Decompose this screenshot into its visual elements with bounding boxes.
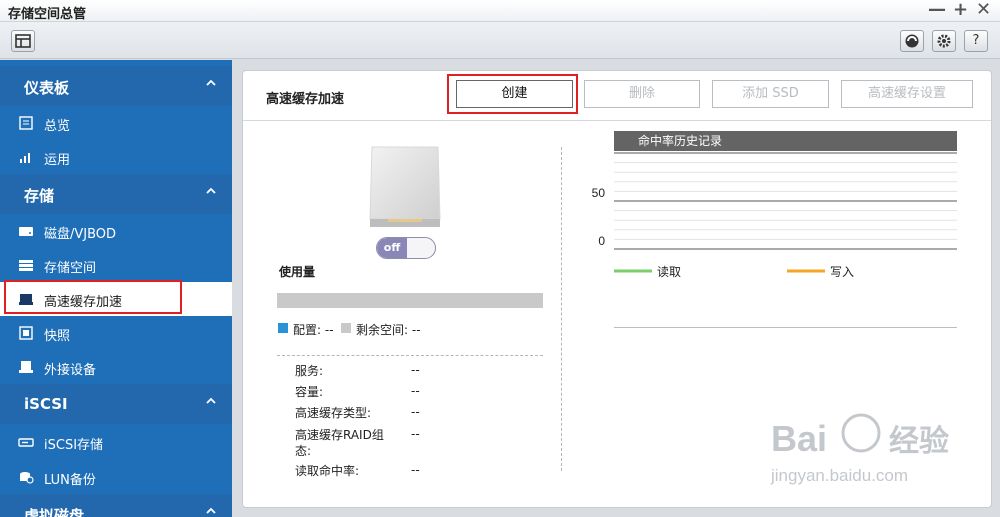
info-key-cache-type: 高速缓存类型: bbox=[295, 406, 372, 420]
title-bar: 存储空间总管 — + ✕ bbox=[0, 0, 1000, 22]
cache-toggle[interactable]: off bbox=[376, 237, 436, 259]
sidebar-item-disks[interactable]: 磁盘/VJBOD bbox=[0, 214, 232, 248]
info-value-service: -- bbox=[411, 363, 420, 377]
section-iscsi[interactable]: iSCSI bbox=[0, 384, 232, 424]
chart-y-ticks: 100 50 0 bbox=[585, 151, 605, 248]
sidebar-item-label: 外接设备 bbox=[44, 363, 97, 378]
page-title: 高速缓存加速 bbox=[266, 92, 345, 107]
main-panel: 高速缓存加速 创建 删除 添加 SSD 高速缓存设置 off 使用量 配置: -… bbox=[242, 70, 992, 508]
sidebar-item-label: 存储空间 bbox=[44, 261, 97, 276]
iscsi-icon bbox=[18, 438, 34, 447]
snapshot-icon bbox=[19, 326, 33, 340]
chevron-up-icon bbox=[206, 507, 216, 514]
watermark-brand-cn: 经验 bbox=[889, 424, 949, 459]
chart-title: 命中率历史记录 bbox=[614, 131, 957, 151]
sidebar-item-label: 总览 bbox=[44, 119, 71, 134]
usage-bar bbox=[277, 293, 543, 308]
toggle-label: off bbox=[377, 238, 407, 258]
y-tick-label: 0 bbox=[598, 234, 605, 248]
y-tick-label: 100 bbox=[585, 151, 605, 152]
overview-icon bbox=[19, 116, 33, 130]
gear-icon bbox=[937, 34, 951, 48]
section-label: 存储 bbox=[24, 187, 55, 205]
legend-label-read: 读取 bbox=[657, 265, 681, 279]
info-key-read-hit: 读取命中率: bbox=[295, 464, 360, 478]
baidu-watermark: Bai 经验 jingyan.baidu.com bbox=[770, 413, 949, 485]
sidebar-item-usage[interactable]: 运用 bbox=[0, 140, 232, 174]
divider bbox=[277, 355, 543, 356]
cache-settings-button[interactable]: 高速缓存设置 bbox=[841, 80, 973, 108]
sidebar-item-snapshot[interactable]: 快照 bbox=[0, 316, 232, 350]
lun-backup-icon bbox=[20, 472, 34, 484]
sidebar-item-label: 快照 bbox=[44, 329, 71, 344]
sidebar-item-lun-backup[interactable]: LUN备份 bbox=[0, 460, 232, 494]
hit-rate-chart: 100 50 0 读取 写入 bbox=[585, 151, 957, 279]
storage-icon bbox=[19, 260, 33, 271]
info-key-raid: 高速缓存RAID组态: bbox=[295, 428, 384, 458]
free-legend-swatch bbox=[341, 323, 351, 333]
sidebar-item-iscsi-storage[interactable]: iSCSI存储 bbox=[0, 425, 232, 459]
free-legend-text: 剩余空间: -- bbox=[356, 323, 421, 337]
vertical-divider bbox=[561, 147, 562, 471]
watermark-url: jingyan.baidu.com bbox=[770, 466, 908, 485]
chart-icon bbox=[20, 153, 30, 163]
usage-label: 使用量 bbox=[279, 265, 316, 279]
info-value-capacity: -- bbox=[411, 384, 420, 398]
sidebar-item-overview[interactable]: 总览 bbox=[0, 106, 232, 140]
section-label: iSCSI bbox=[24, 395, 68, 413]
window-title: 存储空间总管 bbox=[8, 7, 87, 22]
config-legend-text: 配置: -- bbox=[293, 323, 334, 337]
help-button[interactable]: ? bbox=[964, 30, 988, 52]
info-key-service: 服务: bbox=[295, 364, 324, 378]
watermark-brand: Bai bbox=[771, 418, 827, 459]
info-value-raid: -- bbox=[411, 427, 420, 441]
chevron-up-icon bbox=[206, 187, 216, 194]
minimize-button[interactable]: — bbox=[928, 1, 946, 19]
settings-button[interactable] bbox=[932, 30, 956, 52]
layout-icon bbox=[15, 34, 31, 48]
toolbar: ? bbox=[0, 22, 1000, 59]
section-storage[interactable]: 存储 bbox=[0, 174, 232, 214]
highlight-box-create bbox=[447, 74, 578, 114]
sidebar-item-label: 磁盘/VJBOD bbox=[44, 227, 117, 242]
sidebar-item-label: iSCSI存储 bbox=[44, 438, 104, 453]
chevron-up-icon bbox=[206, 79, 216, 86]
chart-legend: 读取 写入 bbox=[614, 265, 854, 279]
sidebar-item-label: LUN备份 bbox=[44, 473, 96, 488]
panel-header: 高速缓存加速 创建 删除 添加 SSD 高速缓存设置 bbox=[243, 71, 991, 121]
sidebar-item-label: 运用 bbox=[44, 153, 71, 168]
sidebar-item-external-devices[interactable]: 外接设备 bbox=[0, 350, 232, 384]
snapshot-tool-icon bbox=[905, 34, 919, 48]
external-device-icon bbox=[19, 361, 33, 373]
chart-bottom-line bbox=[614, 327, 957, 328]
delete-button[interactable]: 删除 bbox=[584, 80, 700, 108]
legend-label-write: 写入 bbox=[830, 265, 854, 279]
disk-icon bbox=[19, 227, 33, 236]
add-ssd-button[interactable]: 添加 SSD bbox=[712, 80, 829, 108]
y-tick-label: 50 bbox=[592, 186, 606, 200]
sidebar-item-storage-space[interactable]: 存储空间 bbox=[0, 248, 232, 282]
section-label: 虚拟磁盘 bbox=[24, 507, 85, 517]
snapshot-tool-button[interactable] bbox=[900, 30, 924, 52]
section-virtual-disk[interactable]: 虚拟磁盘 bbox=[0, 494, 232, 517]
ssd-illustration bbox=[369, 146, 441, 227]
chevron-up-icon bbox=[206, 397, 216, 404]
info-value-cache-type: -- bbox=[411, 405, 420, 419]
layout-toggle-button[interactable] bbox=[11, 30, 35, 52]
info-key-capacity: 容量: bbox=[295, 385, 324, 399]
info-value-read-hit: -- bbox=[411, 463, 420, 477]
maximize-button[interactable]: + bbox=[953, 1, 968, 19]
highlight-box-sidebar bbox=[4, 280, 182, 314]
section-dashboard[interactable]: 仪表板 bbox=[0, 66, 232, 106]
close-button[interactable]: ✕ bbox=[976, 1, 991, 19]
section-label: 仪表板 bbox=[24, 79, 70, 97]
chart-grid bbox=[614, 152, 957, 250]
config-legend-swatch bbox=[278, 323, 288, 333]
